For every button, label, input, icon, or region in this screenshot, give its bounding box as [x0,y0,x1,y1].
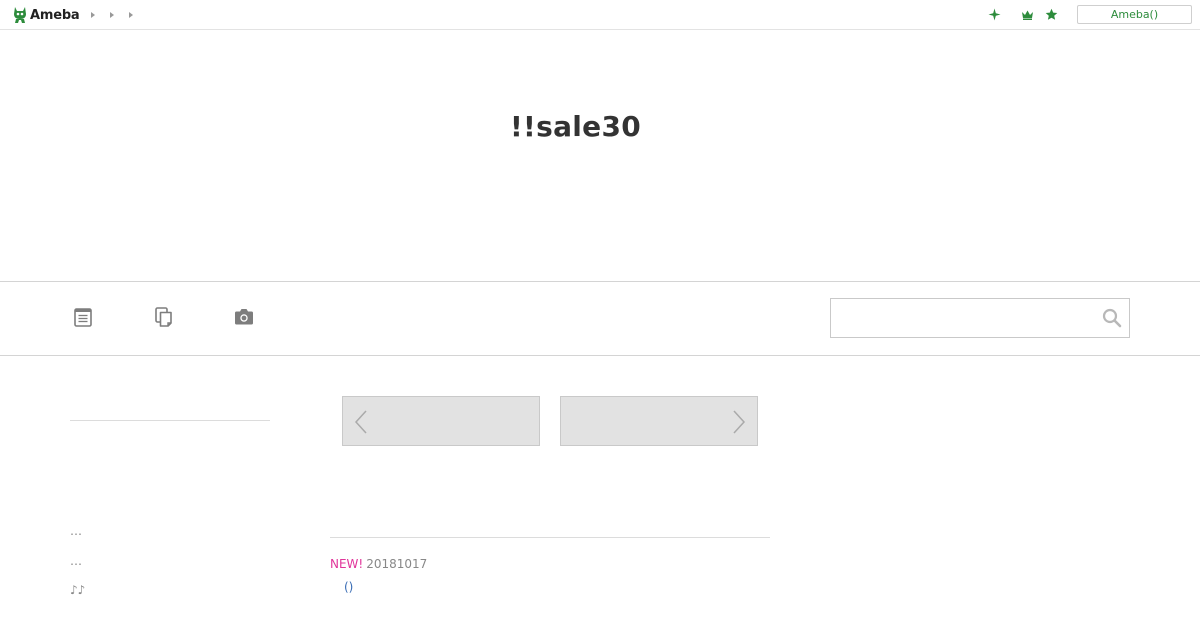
list-item: NEW! 20181017 [330,557,427,571]
breadcrumb-arrow-icon[interactable] [108,10,116,20]
chevron-left-icon [354,410,367,434]
sidebar-divider [70,420,270,421]
pages-icon[interactable] [153,306,175,328]
sidebar-link[interactable]: ♪♪ [70,583,85,597]
entry-date: 20181017 [366,557,428,571]
blog-nav [0,281,1200,356]
new-badge: NEW! [330,557,364,571]
ameba-logo[interactable]: Ameba [13,5,80,25]
search-input[interactable] [831,299,1091,337]
entry-list-divider [330,537,770,538]
crown-icon[interactable] [1021,8,1034,21]
camera-icon[interactable] [233,306,255,328]
prev-entry-button[interactable] [342,396,540,446]
entries-icon[interactable] [72,306,94,328]
sidebar-link[interactable]: … [70,554,82,568]
chevron-right-icon [733,410,746,434]
sidebar-link[interactable]: … [70,524,82,538]
breadcrumb-arrow-icon[interactable] [89,10,97,20]
ameba-mascot-icon [13,6,27,24]
logo-text: Ameba [30,7,80,23]
entry-title-link[interactable]: () [344,580,353,594]
blog-title[interactable]: !!sale30 [0,110,1151,143]
search-icon[interactable] [1101,307,1123,329]
next-entry-button[interactable] [560,396,758,446]
breadcrumb-arrow-icon[interactable] [127,10,135,20]
star-icon[interactable] [1045,8,1058,21]
sparkle-icon[interactable] [988,8,1001,21]
login-button[interactable]: Ameba() [1077,5,1192,24]
global-header: Ameba Ameba() [0,0,1200,30]
blog-search [830,298,1130,338]
